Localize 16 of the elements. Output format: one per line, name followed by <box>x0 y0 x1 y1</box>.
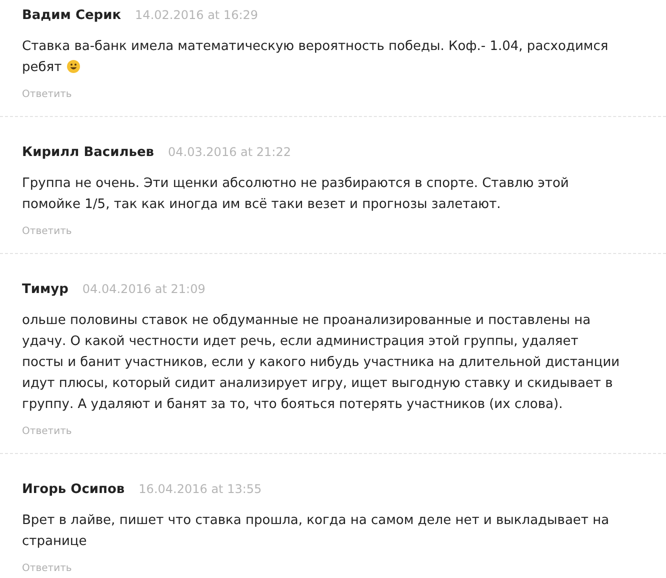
comment-text: Врет в лайве, пишет что ставка прошла, когда на самом деле нет и выкладывает на странице <box>22 513 610 549</box>
author-name: Вадим Серик <box>22 7 122 25</box>
author-name: Кирилл Васильев <box>22 144 154 162</box>
reply-link[interactable]: Ответить <box>22 226 72 237</box>
comment-text: ольше половины ставок не обдуманные не проанализированные и поставлены на удачу. О какой честности идет речь, если администрация этой группы, удаляет посты и банит участников, если у какого нибудь участника на длительной дистанции идут плюсы, который сидит анализирует игру, ищет выгодную ставку и скидывает в группу. А удаляют и банят за то, что бояться потерять участников (их слова). <box>22 313 620 412</box>
comment-date: 16.04.2016 at 13:55 <box>138 481 262 498</box>
reply-link[interactable]: Ответить <box>22 89 72 100</box>
comment-text: Ставка ва-банк имела математическую вероятность победы. Коф.- 1.04, расходимся ребят <box>22 39 608 75</box>
comment-date: 14.02.2016 at 16:29 <box>135 7 258 24</box>
author-name: Игорь Осипов <box>22 481 125 499</box>
comment-text: Группа не очень. Эти щенки абсолютно не разбираются в спорте. Ставлю этой помойке 1/5, так как иногда им всё таки везет и прогнозы залетают. <box>22 176 569 212</box>
author-name: Тимур <box>22 281 68 299</box>
reply-link[interactable]: Ответить <box>22 426 72 437</box>
comment-date: 04.04.2016 at 21:09 <box>82 281 206 298</box>
comment-date: 04.03.2016 at 21:22 <box>168 144 291 161</box>
reply-link[interactable]: Ответить <box>22 563 72 574</box>
